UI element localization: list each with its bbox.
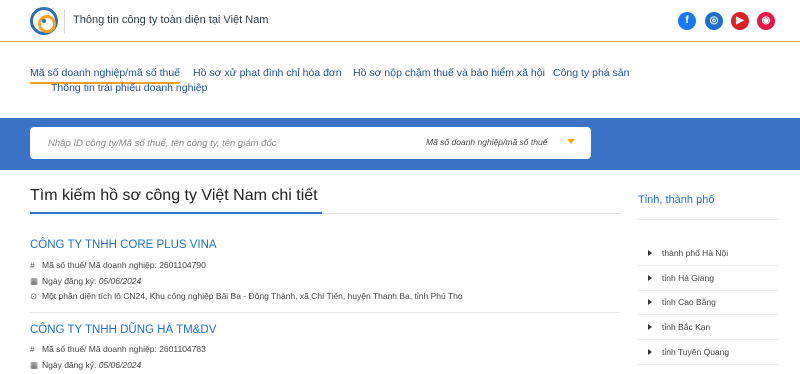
- company-tax-label: Mã số thuế/ Mã doanh nghiệp: 2601104790: [42, 260, 206, 270]
- instagram-icon[interactable]: ◎: [705, 12, 723, 30]
- title-underline: [30, 212, 322, 214]
- logo-divider: [64, 9, 65, 33]
- nav-item-bankrupt[interactable]: Công ty phá sản: [553, 67, 629, 79]
- nav-item-bonds[interactable]: Thông tin trái phiếu doanh nghiệp: [51, 82, 207, 94]
- calendar-icon: ▦: [30, 276, 39, 286]
- hash-icon: #: [30, 344, 35, 354]
- sidebar-item-label: tỉnh Tuyên Quang: [662, 347, 730, 357]
- caret-right-icon: [648, 349, 652, 355]
- sidebar-item-ha-giang[interactable]: tỉnh Hà Giang: [648, 273, 778, 283]
- caret-right-icon: [648, 299, 652, 305]
- nav-item-invoice-penalty[interactable]: Hồ sơ xử phạt đình chỉ hóa đơn: [193, 67, 342, 79]
- company-address-row: ⊙ Một phần diện tích lô CN24, Khu công ng…: [30, 291, 463, 302]
- search-type-select[interactable]: Mã số doanh nghiệp/mã số thuế: [426, 137, 547, 147]
- sidebar-item-label: tỉnh Hà Giang: [662, 273, 714, 283]
- company-date-label: Ngày đăng ký:: [42, 360, 99, 370]
- company-tax-row: # Mã số thuế/ Mã doanh nghiệp: 2601104790: [30, 260, 206, 270]
- company-date-value: 05/06/2024: [98, 360, 142, 370]
- sidebar-divider: [638, 339, 778, 340]
- company-date-row: ▦ Ngày đăng ký: 05/06/2024: [30, 276, 141, 287]
- search-band: Mã số doanh nghiệp/mã số thuế: [0, 118, 800, 170]
- site-logo[interactable]: [30, 7, 58, 35]
- company-name-link[interactable]: CÔNG TY TNHH DŨNG HÀ TM&DV: [30, 324, 216, 336]
- sidebar-divider: [638, 265, 778, 266]
- sidebar-item-label: tỉnh Bắc Kạn: [662, 322, 711, 332]
- company-separator: [30, 312, 620, 313]
- calendar-icon: ▦: [30, 360, 39, 370]
- sidebar-divider: [638, 290, 778, 291]
- page-title: Tìm kiếm hồ sơ công ty Việt Nam chi tiết: [30, 187, 318, 204]
- caret-right-icon: [648, 275, 652, 281]
- sidebar-title: Tỉnh, thành phố: [638, 194, 715, 206]
- sidebar-item-cao-bang[interactable]: tỉnh Cao Bằng: [648, 297, 778, 307]
- youtube-icon[interactable]: ▶: [731, 12, 749, 30]
- facebook-icon[interactable]: f: [678, 12, 696, 30]
- company-name-link[interactable]: CÔNG TY TNHH CORE PLUS VINA: [30, 239, 217, 251]
- company-tax-label: Mã số thuế/ Mã doanh nghiệp: 2601104783: [42, 344, 206, 354]
- nav-item-late-payment[interactable]: Hồ sơ nộp chậm thuế và bảo hiểm xã hội: [353, 67, 545, 79]
- caret-right-icon: [648, 250, 652, 256]
- sidebar-divider: [638, 364, 778, 365]
- main-nav: Mã số doanh nghiệp/mã số thuế Hồ sơ xử p…: [0, 43, 800, 118]
- sidebar-divider: [638, 314, 778, 315]
- caret-right-icon: [648, 324, 652, 330]
- top-header: Thông tin công ty toàn diện tại Việt Nam…: [0, 0, 800, 42]
- pinterest-icon[interactable]: ◉: [757, 12, 775, 30]
- sidebar-item-tuyen-quang[interactable]: tỉnh Tuyên Quang: [648, 347, 778, 357]
- sidebar-item-ha-noi[interactable]: thành phố Hà Nội: [648, 248, 778, 258]
- sidebar-item-bac-kan[interactable]: tỉnh Bắc Kạn: [648, 322, 778, 332]
- company-date-value: 05/06/2024: [98, 276, 142, 286]
- company-address: Một phần diện tích lô CN24, Khu công ngh…: [42, 291, 463, 301]
- sidebar-item-label: thành phố Hà Nội: [662, 248, 729, 258]
- search-input[interactable]: [48, 127, 428, 159]
- company-date-label: Ngày đăng ký:: [42, 276, 99, 286]
- search-box: Mã số doanh nghiệp/mã số thuế: [30, 127, 591, 159]
- company-date-row: ▦ Ngày đăng ký: 05/06/2024: [30, 360, 141, 371]
- location-pin-icon: ⊙: [30, 291, 38, 301]
- chevron-down-icon[interactable]: [567, 139, 575, 144]
- site-title[interactable]: Thông tin công ty toàn diện tại Việt Nam: [73, 14, 268, 26]
- sidebar-title-divider: [638, 219, 778, 220]
- hash-icon: #: [30, 260, 35, 270]
- company-tax-row: # Mã số thuế/ Mã doanh nghiệp: 2601104783: [30, 344, 206, 354]
- sidebar-item-label: tỉnh Cao Bằng: [662, 297, 716, 307]
